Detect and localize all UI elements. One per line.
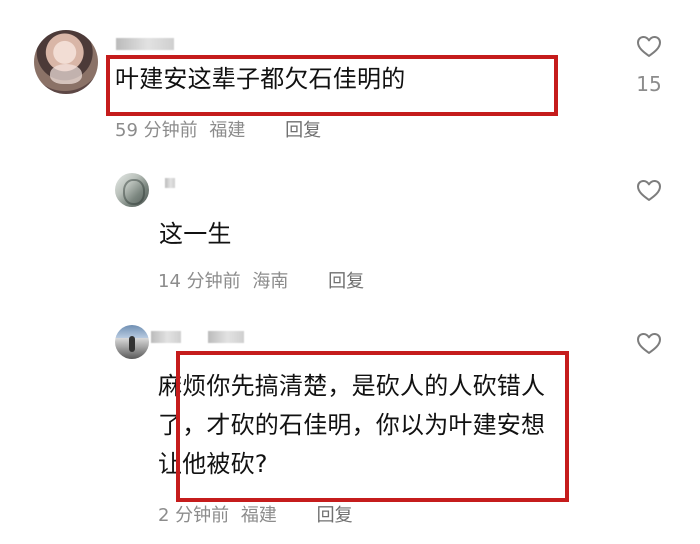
- user-avatar[interactable]: [115, 325, 149, 359]
- username-blurred: [116, 38, 174, 50]
- reply-region: 海南: [252, 271, 289, 292]
- heart-icon[interactable]: [635, 178, 663, 202]
- user-avatar[interactable]: [34, 30, 98, 94]
- reply-text: 这一生: [159, 220, 232, 248]
- reply-button[interactable]: 回复: [317, 504, 353, 528]
- reply-meta: 14 分钟前 海南 回复: [158, 270, 364, 294]
- username-blurred: [208, 331, 244, 343]
- comment-text: 叶建安这辈子都欠石佳明的: [115, 65, 406, 93]
- comment-meta: 59 分钟前 福建 回复: [115, 119, 321, 143]
- like-control[interactable]: 15: [629, 34, 669, 96]
- like-control[interactable]: [629, 331, 669, 355]
- username-blurred: [165, 178, 175, 188]
- reply-button[interactable]: 回复: [285, 119, 321, 143]
- reply-time: 14 分钟前: [158, 271, 241, 292]
- reply-region: 福建: [240, 505, 277, 526]
- comment-time: 59 分钟前: [115, 120, 198, 141]
- comment-region: 福建: [209, 120, 246, 141]
- reply-text: 麻烦你先搞清楚，是砍人的人砍错人了，才砍的石佳明，你以为叶建安想让他被砍?: [158, 372, 546, 478]
- like-count: 15: [636, 72, 662, 96]
- reply-button[interactable]: 回复: [328, 270, 364, 294]
- username-blurred: [151, 331, 181, 343]
- user-avatar[interactable]: [115, 173, 149, 207]
- like-control[interactable]: [629, 178, 669, 202]
- reply-meta: 2 分钟前 福建 回复: [158, 504, 353, 528]
- heart-icon[interactable]: [635, 331, 663, 355]
- reply-time: 2 分钟前: [158, 505, 230, 526]
- heart-icon[interactable]: [635, 34, 663, 58]
